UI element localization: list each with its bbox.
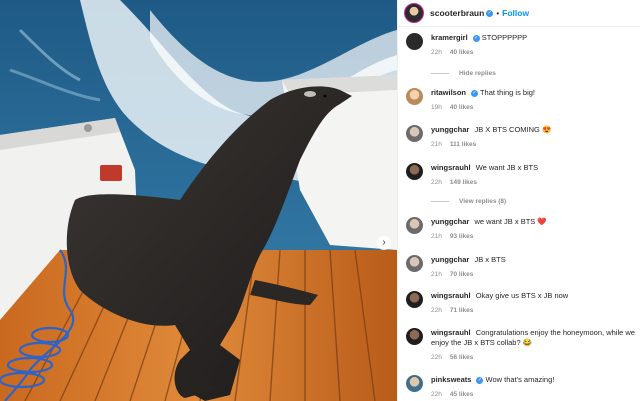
reply-divider: [431, 73, 449, 74]
comment-age: 21h: [431, 233, 442, 240]
comment-likes[interactable]: 70 likes: [450, 270, 474, 280]
reply-divider: [431, 201, 449, 202]
verified-badge-icon: ✓: [476, 376, 484, 384]
comment-text: Okay give us BTS x JB now: [475, 291, 569, 300]
comment-item: pinksweats ✓ Wow that's amazing! 22h 45 li…: [406, 375, 636, 400]
comment-age: 21h: [431, 271, 442, 278]
comments-panel: scooterbraun ✓ • Follow kramergirl ✓ STOP…: [397, 0, 640, 401]
comment-likes[interactable]: 149 likes: [450, 178, 477, 188]
comment-item: yunggchar we want JB x BTS ❤️ 21h 93 like…: [406, 217, 636, 242]
commenter-username[interactable]: yunggchar: [431, 217, 469, 226]
verified-badge-icon: ✓: [472, 34, 480, 42]
commenter-username[interactable]: ritawilson: [431, 88, 466, 97]
commenter-username[interactable]: kramergirl: [431, 33, 468, 42]
view-replies-button[interactable]: View replies (8): [431, 198, 506, 205]
comment-text: we want JB x BTS ❤️: [474, 217, 547, 226]
comment-age: 22h: [431, 354, 442, 361]
commenter-avatar[interactable]: [406, 291, 423, 308]
comment-likes[interactable]: 71 likes: [450, 306, 474, 316]
comment-age: 19h: [431, 104, 442, 111]
hide-replies-label: Hide replies: [459, 70, 496, 77]
commenter-username[interactable]: wingsrauhl: [431, 328, 471, 337]
comment-likes[interactable]: 93 likes: [450, 232, 474, 242]
comment-text: That thing is big!: [479, 88, 535, 97]
next-media-button[interactable]: ›: [377, 236, 391, 250]
author-username[interactable]: scooterbraun: [430, 8, 484, 18]
comment-text: JB x BTS: [474, 255, 506, 264]
comment-age: 22h: [431, 49, 442, 56]
commenter-avatar[interactable]: [406, 163, 423, 180]
commenter-username[interactable]: yunggchar: [431, 125, 469, 134]
commenter-username[interactable]: wingsrauhl: [431, 163, 471, 172]
comment-likes[interactable]: 40 likes: [450, 48, 474, 58]
comment-likes[interactable]: 56 likes: [450, 353, 474, 363]
comment-age: 22h: [431, 307, 442, 314]
comment-item: kramergirl ✓ STOPPPPPP 22h 40 likes: [406, 33, 636, 58]
commenter-avatar[interactable]: [406, 375, 423, 392]
view-replies-label: View replies (8): [459, 198, 507, 205]
comment-likes[interactable]: 111 likes: [450, 140, 476, 150]
verified-badge-icon: ✓: [486, 9, 494, 17]
comment-item: ritawilson ✓ That thing is big! 19h 40 lik…: [406, 88, 636, 113]
commenter-username[interactable]: wingsrauhl: [431, 291, 471, 300]
commenter-avatar[interactable]: [406, 88, 423, 105]
commenter-avatar[interactable]: [406, 33, 423, 50]
commenter-avatar[interactable]: [406, 217, 423, 234]
comment-age: 22h: [431, 391, 442, 398]
comment-text: STOPPPPPP: [481, 33, 528, 42]
comment-text: JB X BTS COMING 😍: [474, 125, 552, 134]
comment-text: Wow that's amazing!: [485, 375, 555, 384]
commenter-avatar[interactable]: [406, 328, 423, 345]
comment-item: wingsrauhl Okay give us BTS x JB now 22h…: [406, 291, 636, 316]
commenter-avatar[interactable]: [406, 125, 423, 142]
post-header: scooterbraun ✓ • Follow: [398, 0, 640, 27]
separator-dot: •: [496, 8, 500, 18]
commenter-username[interactable]: pinksweats: [431, 375, 471, 384]
post-media[interactable]: ›: [0, 0, 397, 401]
author-avatar[interactable]: [404, 3, 424, 23]
comment-text: We want JB x BTS: [475, 163, 539, 172]
comment-item: wingsrauhl We want JB x BTS 22h 149 likes: [406, 163, 636, 188]
comment-likes[interactable]: 45 likes: [450, 390, 474, 400]
commenter-avatar[interactable]: [406, 255, 423, 272]
post-modal: › scooterbraun ✓ • Follow kramergirl ✓ ST…: [0, 0, 640, 401]
comment-age: 22h: [431, 179, 442, 186]
hide-replies-button[interactable]: Hide replies: [431, 70, 496, 77]
comment-age: 21h: [431, 141, 442, 148]
comment-item: yunggchar JB X BTS COMING 😍 21h 111 likes: [406, 125, 636, 150]
follow-button[interactable]: Follow: [502, 8, 529, 18]
comment-likes[interactable]: 40 likes: [450, 103, 474, 113]
verified-badge-icon: ✓: [471, 89, 479, 97]
commenter-username[interactable]: yunggchar: [431, 255, 469, 264]
comment-item: wingsrauhl Congratulations enjoy the hon…: [406, 328, 636, 363]
comment-item: yunggchar JB x BTS 21h 70 likes: [406, 255, 636, 280]
sea-lion-photo: [0, 0, 397, 401]
